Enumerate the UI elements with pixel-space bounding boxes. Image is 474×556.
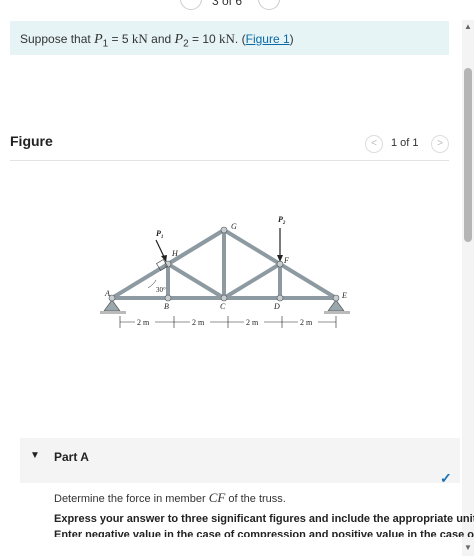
figure-prev-button[interactable]: < <box>365 135 383 153</box>
checkmark-icon: ✓ <box>440 470 452 486</box>
chevron-left-icon: < <box>371 138 377 149</box>
instructions-continued: Enter negative value in the case of comp… <box>54 529 474 537</box>
dimension-label: 2 m <box>137 318 150 327</box>
truss-figure: A B C D E F G H P1 P2 30° 2 m 2 m 2 m 2 … <box>100 215 350 328</box>
member-hc <box>166 262 226 300</box>
figure-link[interactable]: Figure 1 <box>246 32 290 46</box>
figure-next-button[interactable]: > <box>431 135 449 153</box>
link-paren: ) <box>289 32 294 46</box>
member-name: CF <box>208 490 226 505</box>
scrollbar[interactable]: ▲ ▼ <box>462 20 474 556</box>
given-text: Suppose that P1 = 5 kN and P2 = 10 kN. (… <box>20 31 294 50</box>
support-e <box>327 299 345 312</box>
p2-symbol: P <box>174 32 184 47</box>
joint-b <box>164 294 172 302</box>
p1-unit: kN <box>131 31 148 46</box>
p2-unit: kN <box>219 31 235 46</box>
p1-value: = 5 <box>111 32 129 46</box>
label-e: E <box>341 291 347 300</box>
label-b: B <box>164 302 169 311</box>
prev-item-button[interactable]: ‹ <box>180 0 202 10</box>
pin-support-a <box>103 299 121 312</box>
angle-label: 30° <box>156 286 166 294</box>
label-a: A <box>104 289 110 298</box>
dimension-label: 2 m <box>300 318 313 327</box>
page-indicator: 3 of 6 <box>212 0 243 8</box>
joint-e <box>332 294 340 302</box>
dimension-label: 2 m <box>246 318 259 327</box>
ground-a <box>100 311 126 314</box>
label-p1: P1 <box>156 229 163 240</box>
next-item-button[interactable]: › <box>258 0 280 10</box>
scroll-up-icon[interactable]: ▲ <box>464 22 472 31</box>
joint-d <box>276 294 284 302</box>
scroll-down-icon[interactable]: ▼ <box>464 543 472 552</box>
chevron-right-icon: > <box>437 138 443 149</box>
divider <box>10 160 449 161</box>
figure-pagination: < 1 of 1 > <box>365 135 449 153</box>
part-label: Part A <box>54 450 89 464</box>
figure-title: Figure <box>10 133 53 149</box>
label-c: C <box>220 302 226 311</box>
label-f: F <box>283 256 289 265</box>
given-info-box: Suppose that P1 = 5 kN and P2 = 10 kN. (… <box>10 21 449 55</box>
label-p2: P2 <box>278 215 286 226</box>
joint-a <box>108 294 116 302</box>
joint-c <box>220 294 228 302</box>
joint-g <box>220 226 228 234</box>
member-hg <box>166 228 226 266</box>
scrollbar-thumb[interactable] <box>464 68 472 242</box>
label-d: D <box>273 302 280 311</box>
question-text: Determine the force in member CF of the … <box>54 490 286 506</box>
top-navigation: ‹ 3 of 6 › <box>0 0 460 14</box>
truss-members <box>110 228 338 300</box>
instructions: Express your answer to three significant… <box>54 513 474 525</box>
figure-counter: 1 of 1 <box>391 137 419 149</box>
given-prefix: Suppose that <box>20 32 91 46</box>
question-suffix: of the truss. <box>228 493 286 505</box>
chevron-left-icon: ‹ <box>189 0 193 4</box>
question-prefix: Determine the force in member <box>54 493 206 505</box>
dimension-label: 2 m <box>192 318 205 327</box>
angle-arc <box>147 279 157 289</box>
part-a-header[interactable]: ▼ Part A <box>20 438 460 483</box>
given-and: and <box>151 32 172 46</box>
p1-symbol: P <box>94 32 103 47</box>
p2-subscript: 2 <box>183 38 189 50</box>
collapse-triangle-icon[interactable]: ▼ <box>30 450 40 461</box>
ground-e <box>324 311 350 314</box>
member-cf <box>222 262 282 300</box>
p2-value: = 10 <box>191 32 216 46</box>
chevron-right-icon: › <box>267 0 271 4</box>
p1-subscript: 1 <box>102 38 109 50</box>
label-g: G <box>231 222 237 231</box>
